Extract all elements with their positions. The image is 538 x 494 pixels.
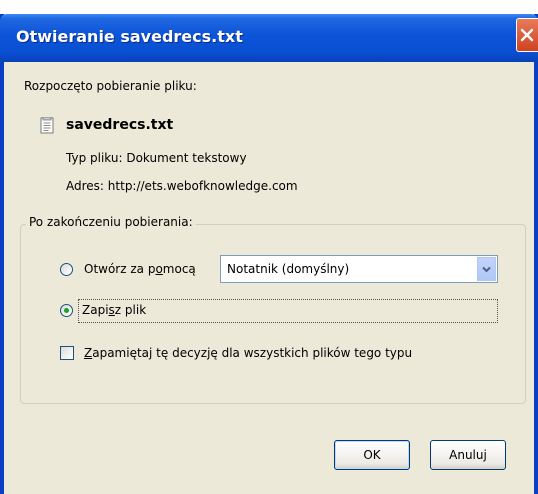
save-file-label-text: Zapi: [82, 303, 109, 317]
file-type-row: Typ pliku: Dokument tekstowy: [66, 151, 247, 165]
remember-accelerator: Z: [84, 346, 93, 360]
text-file-icon: [40, 117, 54, 134]
title-bar[interactable]: Otwieranie savedrecs.txt: [0, 14, 538, 62]
dialog-title: Otwieranie savedrecs.txt: [16, 27, 243, 46]
save-file-label[interactable]: Zapisz plik: [82, 303, 146, 317]
chevron-down-icon: [482, 266, 491, 273]
open-with-label-text-end: mocą: [162, 262, 196, 276]
ok-button[interactable]: OK: [334, 440, 410, 470]
close-button[interactable]: [516, 18, 538, 52]
file-name: savedrecs.txt: [66, 117, 174, 133]
open-with-radio[interactable]: [60, 263, 73, 276]
save-file-label-text-end: z plik: [114, 303, 147, 317]
after-download-group-title: Po zakończeniu pobierania:: [26, 215, 196, 229]
application-select-dropdown-button[interactable]: [477, 257, 496, 281]
remember-decision-label-text: apamiętaj tę decyzję dla wszystkich plik…: [92, 346, 413, 360]
file-type-value: Dokument tekstowy: [126, 151, 247, 165]
file-address-label: Adres:: [66, 179, 104, 193]
file-address-row: Adres: http://ets.webofknowledge.com: [66, 179, 298, 193]
file-type-label: Typ pliku:: [66, 151, 123, 165]
open-with-label-text: Otwórz za p: [84, 262, 156, 276]
open-with-label[interactable]: Otwórz za pomocą: [84, 262, 196, 276]
application-select-value: Notatnik (domyślny): [227, 262, 350, 276]
download-started-label: Rozpoczęto pobieranie pliku:: [24, 79, 197, 93]
application-select[interactable]: Notatnik (domyślny): [220, 255, 498, 283]
cancel-button[interactable]: Anuluj: [430, 440, 506, 470]
save-file-radio[interactable]: [60, 304, 73, 317]
remember-decision-label[interactable]: Zapamiętaj tę decyzję dla wszystkich pli…: [84, 346, 412, 360]
remember-decision-checkbox[interactable]: [60, 346, 74, 360]
open-with-accelerator: o: [155, 262, 163, 276]
close-icon: [520, 28, 534, 42]
file-address-value: http://ets.webofknowledge.com: [107, 179, 298, 193]
